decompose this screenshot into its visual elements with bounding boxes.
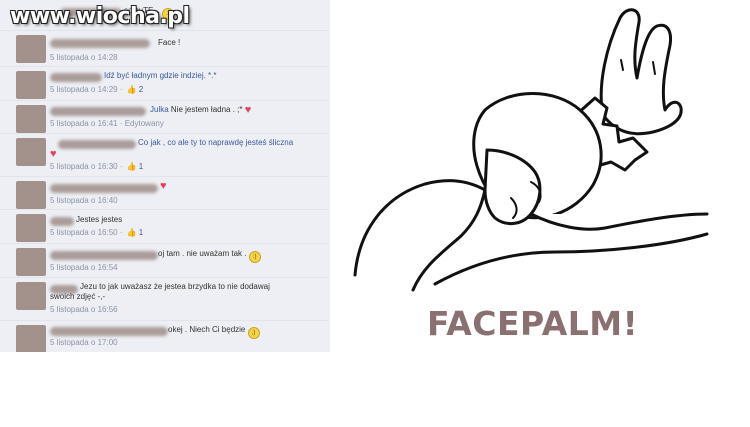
comment-timestamp[interactable]: 5 listopada o 16:41 · Edytowany — [50, 119, 164, 128]
heart-emoji-icon: ♥ — [50, 148, 57, 160]
comment-timestamp[interactable]: 5 listopada o 16:50 — [50, 228, 118, 237]
redacted-name — [50, 217, 74, 226]
comment-text: ♥ — [160, 180, 167, 192]
comment-timestamp[interactable]: 5 listopada o 16:40 — [50, 196, 118, 205]
comment-item: ♥ 5 listopada o 16:40 — [0, 177, 328, 210]
avatar — [16, 138, 46, 166]
comment-meta: 5 listopada o 16:50 · 👍 1 — [50, 228, 144, 237]
comment-text-content: Face ! — [158, 38, 181, 47]
caption-text: FACEPALM! — [427, 304, 639, 343]
comment-item: okej . Niech Ci będzie ;) 5 listopada o … — [0, 321, 328, 352]
comment-text-content-2: swoich zdjęć -,- — [50, 292, 106, 301]
redacted-name — [50, 107, 146, 116]
comment-text-content: Jezu to jak uważasz że jestea brzydka to… — [80, 282, 270, 291]
avatar — [16, 181, 46, 209]
redacted-name — [50, 327, 168, 336]
comment-timestamp[interactable]: 5 listopada o 16:30 — [50, 162, 118, 171]
comment-text: Face ! — [158, 37, 180, 48]
comment-item: Jestes jestes 5 listopada o 16:50 · 👍 1 — [0, 210, 328, 244]
avatar — [16, 105, 46, 133]
avatar — [16, 325, 46, 352]
comment-text: Jezu to jak uważasz że jestea brzydka to… — [80, 281, 270, 292]
like-icon[interactable]: 👍 — [127, 162, 137, 171]
comment-text: Idź być ładnym gdzie indziej. *.* — [104, 70, 217, 81]
comment-text-content: okej . Niech Ci będzie — [168, 325, 246, 334]
comment-text-line2: swoich zdjęć -,- — [50, 291, 105, 302]
redacted-name — [50, 251, 158, 260]
comment-timestamp[interactable]: 5 listopada o 17:00 — [50, 338, 118, 347]
site-watermark: www.wiocha.pl — [10, 4, 190, 29]
comment-thread: so cuTE... :) Face ! 5 listopada o 14:28… — [0, 0, 330, 352]
heart-emoji-icon: ♥ — [244, 104, 252, 116]
facepalm-illustration — [353, 8, 709, 292]
avatar — [16, 35, 46, 63]
avatar — [16, 71, 46, 99]
smile-emoji-icon: :) — [248, 251, 261, 263]
comment-text-content: Jestes jestes — [76, 215, 123, 224]
comment-text: oj tam . nie uważam tak . :) — [158, 248, 261, 263]
redacted-name — [50, 184, 158, 193]
comment-text-content: Nie jestem ładna . ;* — [170, 105, 243, 114]
redacted-name — [50, 39, 150, 48]
comment-meta: 5 listopada o 14:29 · 👍 2 — [50, 85, 144, 94]
like-count[interactable]: 2 — [139, 85, 143, 94]
comment-item: oj tam . nie uważam tak . :) 5 listopada… — [0, 244, 328, 278]
comment-text-content: oj tam . nie uważam tak . — [158, 249, 247, 258]
comment-item: Jezu to jak uważasz że jestea brzydka to… — [0, 278, 328, 321]
comment-timestamp[interactable]: 5 listopada o 16:56 — [50, 305, 118, 314]
comment-timestamp[interactable]: 5 listopada o 16:54 — [50, 263, 118, 272]
comment-item: Face ! 5 listopada o 14:28 — [0, 31, 328, 67]
comment-text-content: Idź być ładnym gdzie indziej. *.* — [104, 71, 217, 80]
comment-item: Julka Nie jestem ładna . ;* ♥ 5 listopad… — [0, 101, 328, 134]
comment-text: okej . Niech Ci będzie ;) — [168, 324, 260, 339]
like-icon[interactable]: 👍 — [127, 85, 137, 94]
like-count[interactable]: 1 — [139, 228, 143, 237]
comment-item: Idź być ładnym gdzie indziej. *.* 5 list… — [0, 67, 328, 101]
comment-timestamp[interactable]: 5 listopada o 14:28 — [50, 53, 118, 62]
redacted-name — [50, 73, 102, 82]
redacted-name — [58, 140, 136, 149]
heart-emoji-icon: ♥ — [160, 180, 167, 192]
like-icon[interactable]: 👍 — [127, 228, 137, 237]
comment-timestamp[interactable]: 5 listopada o 14:29 — [50, 85, 118, 94]
wink-emoji-icon: ;) — [247, 327, 260, 339]
avatar — [16, 248, 46, 276]
avatar — [16, 214, 46, 242]
comment-meta: 5 listopada o 16:30 · 👍 1 — [50, 162, 144, 171]
comment-text: Jestes jestes — [76, 214, 122, 225]
comment-text-line2: ♥ — [50, 148, 57, 160]
comment-text-content: Co jak , co ale ty to naprawdę jesteś śl… — [138, 138, 294, 147]
comment-item: Co jak , co ale ty to naprawdę jesteś śl… — [0, 134, 328, 177]
like-count[interactable]: 1 — [139, 162, 143, 171]
mention-link[interactable]: Julka — [150, 105, 169, 114]
avatar — [16, 282, 46, 310]
comment-text: Co jak , co ale ty to naprawdę jesteś śl… — [138, 137, 293, 148]
comment-text: Julka Nie jestem ładna . ;* ♥ — [150, 104, 251, 116]
